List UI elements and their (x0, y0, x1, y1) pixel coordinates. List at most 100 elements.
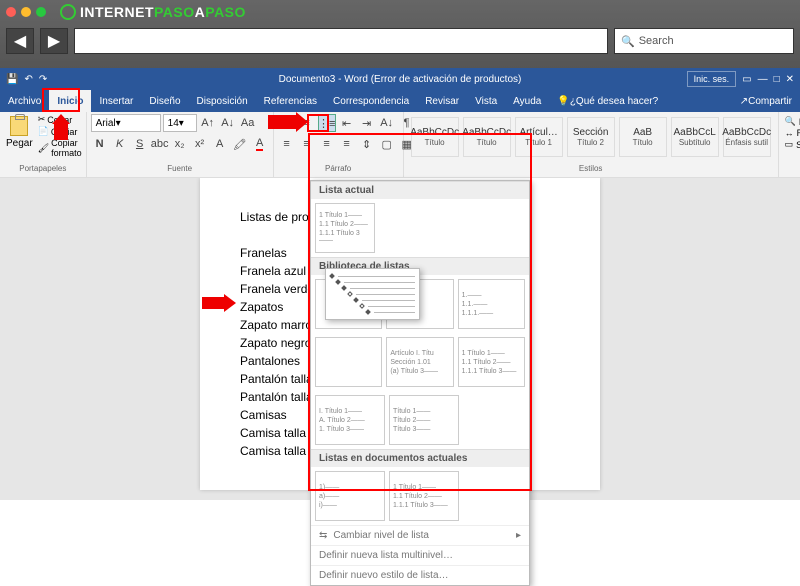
bullet-flyout[interactable] (325, 268, 420, 320)
copy-button[interactable]: 📄 Copiar (38, 126, 82, 137)
close-win-icon[interactable]: ✕ (786, 74, 794, 85)
styles-gallery[interactable]: AaBbCcDcTítuloAaBbCcDcTítuloArtícul…Títu… (408, 114, 774, 160)
replace-button[interactable]: ↔ Reemplazar (785, 128, 800, 138)
paragraph-label: Párrafo (278, 162, 399, 175)
cut-button[interactable]: ✂ Cortar (38, 114, 82, 125)
find-button[interactable]: 🔍 Buscar ▾ (785, 116, 800, 127)
style-tile[interactable]: Artícul…Título 1 (515, 117, 563, 157)
undo-icon[interactable]: ↶ (24, 74, 32, 85)
menu-disposicion[interactable]: Disposición (189, 90, 256, 112)
menu-diseno[interactable]: Diseño (141, 90, 188, 112)
menu-archivo[interactable]: Archivo (0, 90, 49, 112)
style-tile[interactable]: AaBbCcDcÉnfasis sutil (723, 117, 771, 157)
style-tile[interactable]: AaBbCcLSubtítulo (671, 117, 719, 157)
underline-icon[interactable]: S (131, 135, 149, 153)
dd-tile-doc-1[interactable]: 1)——a)——i)—— (315, 471, 385, 521)
clipboard-icon (10, 116, 28, 136)
italic-icon[interactable]: K (111, 135, 129, 153)
style-tile[interactable]: SecciónTítulo 2 (567, 117, 615, 157)
dd-tile-doc-2[interactable]: 1 Título 1——1.1 Título 2——1.1.1 Título 3… (389, 471, 459, 521)
minimize-win-icon[interactable]: — (758, 74, 768, 85)
dd-define-style[interactable]: Definir nuevo estilo de lista… (311, 565, 529, 585)
multilevel-list-dropdown: Lista actual 1 Título 1——1.1 Título 2——1… (310, 180, 530, 586)
menu-bar: Archivo Inicio Insertar Diseño Disposici… (0, 90, 800, 112)
menu-correspondencia[interactable]: Correspondencia (325, 90, 417, 112)
word-titlebar: 💾 ↶ ↷ Documento3 - Word (Error de activa… (0, 68, 800, 90)
ribbon: Pegar ✂ Cortar 📄 Copiar 🖌 Copiar formato… (0, 112, 800, 178)
dd-tile-lib-6[interactable]: 1 Título 1——1.1 Título 2——1.1.1 Título 3… (458, 337, 525, 387)
maximize-icon[interactable] (36, 7, 46, 17)
maximize-win-icon[interactable]: □ (774, 74, 780, 85)
redo-icon[interactable]: ↷ (39, 74, 47, 85)
font-color-icon[interactable]: A (251, 135, 269, 153)
font-size-select[interactable]: 14 ▾ (163, 114, 197, 132)
align-left-icon[interactable]: ≡ (278, 135, 296, 153)
dd-tile-lib-4[interactable] (315, 337, 382, 387)
minimize-icon[interactable] (21, 7, 31, 17)
strike-icon[interactable]: abc (151, 135, 169, 153)
search-placeholder: Search (639, 35, 674, 47)
dd-current-header: Lista actual (311, 181, 529, 199)
menu-ayuda[interactable]: Ayuda (505, 90, 549, 112)
dd-tile-lib-8[interactable]: Título 1——Título 2——Título 3—— (389, 395, 459, 445)
ribbon-paragraph: ☰ ≡ ⋮≡ ⇤ ⇥ A↓ ¶ ≡ ≡ ≡ ≡ ⇕ ▢ ▦ Párrafo (274, 112, 404, 177)
font-name-select[interactable]: Arial ▾ (91, 114, 161, 132)
dd-change-level[interactable]: ⇆ Cambiar nivel de lista ▸ (311, 525, 529, 545)
clear-format-icon[interactable]: Aa (239, 114, 257, 132)
dd-tile-lib-7[interactable]: I. Título 1——A. Título 2——1. Título 3—— (315, 395, 385, 445)
multilevel-list-icon[interactable]: ⋮≡ (318, 114, 336, 132)
superscript-icon[interactable]: x² (191, 135, 209, 153)
justify-icon[interactable]: ≡ (338, 135, 356, 153)
browser-search[interactable]: 🔍 Search (614, 28, 794, 54)
numbering-icon[interactable]: ≡ (298, 114, 316, 132)
signin-button[interactable]: Inic. ses. (687, 71, 737, 87)
style-tile[interactable]: AaBbCcDcTítulo (463, 117, 511, 157)
dd-docs-header: Listas en documentos actuales (311, 449, 529, 467)
url-bar[interactable] (74, 28, 608, 54)
subscript-icon[interactable]: x₂ (171, 135, 189, 153)
line-spacing-icon[interactable]: ⇕ (358, 135, 376, 153)
shrink-font-icon[interactable]: A↓ (219, 114, 237, 132)
share-button[interactable]: ↗ Compartir (732, 90, 800, 112)
align-right-icon[interactable]: ≡ (318, 135, 336, 153)
style-tile[interactable]: AaBbCcDcTítulo (411, 117, 459, 157)
ribbon-options-icon[interactable]: ▭ (742, 74, 751, 85)
ribbon-clipboard: Pegar ✂ Cortar 📄 Copiar 🖌 Copiar formato… (0, 112, 87, 177)
logo-text-c: A (195, 4, 206, 20)
dd-current-tile[interactable]: 1 Título 1——1.1 Título 2——1.1.1 Título 3… (315, 203, 375, 253)
editing-label: Edición (783, 162, 800, 175)
menu-referencias[interactable]: Referencias (256, 90, 325, 112)
menu-insertar[interactable]: Insertar (91, 90, 141, 112)
site-logo: INTERNETPASOAPASO (60, 4, 246, 20)
menu-inicio[interactable]: Inicio (49, 90, 91, 112)
style-tile[interactable]: AaBTítulo (619, 117, 667, 157)
menu-tellme[interactable]: 💡 ¿Qué desea hacer? (549, 90, 666, 112)
menu-revisar[interactable]: Revisar (417, 90, 467, 112)
shading-icon[interactable]: ▢ (378, 135, 396, 153)
save-icon[interactable]: 💾 (6, 74, 18, 85)
dd-tile-lib-3[interactable]: 1.——1.1.——1.1.1.—— (458, 279, 525, 329)
ribbon-styles: AaBbCcDcTítuloAaBbCcDcTítuloArtícul…Títu… (404, 112, 779, 177)
close-icon[interactable] (6, 7, 16, 17)
logo-text-a: INTERNET (80, 4, 154, 20)
styles-label: Estilos (408, 162, 774, 175)
window-controls (6, 7, 46, 17)
dd-define-multilevel[interactable]: Definir nueva lista multinivel… (311, 545, 529, 565)
increase-indent-icon[interactable]: ⇥ (358, 114, 376, 132)
highlight-icon[interactable]: 🖍 (231, 135, 249, 153)
bullets-icon[interactable]: ☰ (278, 114, 296, 132)
bold-icon[interactable]: N (91, 135, 109, 153)
menu-vista[interactable]: Vista (467, 90, 505, 112)
select-button[interactable]: ▭ Seleccionar ▾ (785, 139, 800, 150)
nav-back-button[interactable]: ◀ (6, 28, 34, 54)
text-effects-icon[interactable]: A (211, 135, 229, 153)
decrease-indent-icon[interactable]: ⇤ (338, 114, 356, 132)
nav-forward-button[interactable]: ▶ (40, 28, 68, 54)
grow-font-icon[interactable]: A↑ (199, 114, 217, 132)
paste-button[interactable]: Pegar (4, 114, 35, 151)
format-painter-button[interactable]: 🖌 Copiar formato (38, 138, 82, 158)
ribbon-editing: 🔍 Buscar ▾ ↔ Reemplazar ▭ Seleccionar ▾ … (779, 112, 800, 177)
sort-icon[interactable]: A↓ (378, 114, 396, 132)
align-center-icon[interactable]: ≡ (298, 135, 316, 153)
dd-tile-lib-5[interactable]: Artículo I. TítuSección 1.01(a) Título 3… (386, 337, 453, 387)
